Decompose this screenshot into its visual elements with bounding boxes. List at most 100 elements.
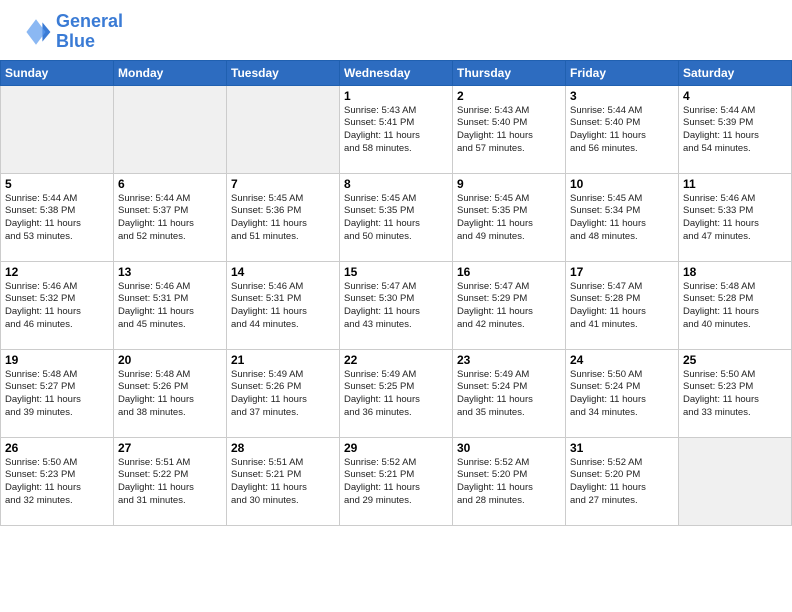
cell-info: Sunrise: 5:45 AM Sunset: 5:35 PM Dayligh…: [344, 193, 448, 244]
day-number: 5: [5, 177, 109, 191]
cell-info: Sunrise: 5:44 AM Sunset: 5:37 PM Dayligh…: [118, 193, 222, 244]
calendar-cell: [679, 437, 792, 525]
cell-info: Sunrise: 5:51 AM Sunset: 5:22 PM Dayligh…: [118, 457, 222, 508]
day-number: 30: [457, 441, 561, 455]
logo-text: General Blue: [56, 12, 123, 52]
cell-info: Sunrise: 5:46 AM Sunset: 5:31 PM Dayligh…: [118, 281, 222, 332]
calendar-cell: 23 Sunrise: 5:49 AM Sunset: 5:24 PM Dayli…: [453, 349, 566, 437]
logo: General Blue: [20, 12, 123, 52]
calendar-cell: 16 Sunrise: 5:47 AM Sunset: 5:29 PM Dayli…: [453, 261, 566, 349]
calendar-cell: 18 Sunrise: 5:48 AM Sunset: 5:28 PM Dayli…: [679, 261, 792, 349]
cell-info: Sunrise: 5:45 AM Sunset: 5:36 PM Dayligh…: [231, 193, 335, 244]
day-number: 23: [457, 353, 561, 367]
cell-info: Sunrise: 5:52 AM Sunset: 5:20 PM Dayligh…: [570, 457, 674, 508]
calendar-cell: 11 Sunrise: 5:46 AM Sunset: 5:33 PM Dayli…: [679, 173, 792, 261]
day-number: 19: [5, 353, 109, 367]
day-number: 2: [457, 89, 561, 103]
calendar-cell: 5 Sunrise: 5:44 AM Sunset: 5:38 PM Daylig…: [1, 173, 114, 261]
calendar-cell: 26Sunrise: 5:50 AM Sunset: 5:23 PM Dayli…: [1, 437, 114, 525]
weekday-header: Wednesday: [340, 60, 453, 85]
header: General Blue: [0, 0, 792, 60]
weekday-header: Monday: [114, 60, 227, 85]
calendar-cell: 29Sunrise: 5:52 AM Sunset: 5:21 PM Dayli…: [340, 437, 453, 525]
day-number: 12: [5, 265, 109, 279]
day-number: 7: [231, 177, 335, 191]
cell-info: Sunrise: 5:52 AM Sunset: 5:20 PM Dayligh…: [457, 457, 561, 508]
calendar-cell: 25Sunrise: 5:50 AM Sunset: 5:23 PM Dayli…: [679, 349, 792, 437]
weekday-header: Tuesday: [227, 60, 340, 85]
calendar-cell: 12 Sunrise: 5:46 AM Sunset: 5:32 PM Dayli…: [1, 261, 114, 349]
calendar-cell: 21 Sunrise: 5:49 AM Sunset: 5:26 PM Dayli…: [227, 349, 340, 437]
cell-info: Sunrise: 5:49 AM Sunset: 5:24 PM Dayligh…: [457, 369, 561, 420]
cell-info: Sunrise: 5:47 AM Sunset: 5:29 PM Dayligh…: [457, 281, 561, 332]
cell-info: Sunrise: 5:47 AM Sunset: 5:30 PM Dayligh…: [344, 281, 448, 332]
day-number: 4: [683, 89, 787, 103]
cell-info: Sunrise: 5:48 AM Sunset: 5:26 PM Dayligh…: [118, 369, 222, 420]
day-number: 9: [457, 177, 561, 191]
calendar-cell: 9 Sunrise: 5:45 AM Sunset: 5:35 PM Daylig…: [453, 173, 566, 261]
calendar-cell: 14Sunrise: 5:46 AM Sunset: 5:31 PM Dayli…: [227, 261, 340, 349]
logo-icon: [20, 16, 52, 48]
calendar-table: SundayMondayTuesdayWednesdayThursdayFrid…: [0, 60, 792, 526]
day-number: 6: [118, 177, 222, 191]
calendar-header-row: SundayMondayTuesdayWednesdayThursdayFrid…: [1, 60, 792, 85]
cell-info: Sunrise: 5:44 AM Sunset: 5:38 PM Dayligh…: [5, 193, 109, 244]
cell-info: Sunrise: 5:48 AM Sunset: 5:28 PM Dayligh…: [683, 281, 787, 332]
calendar-cell: 30 Sunrise: 5:52 AM Sunset: 5:20 PM Dayli…: [453, 437, 566, 525]
day-number: 22: [344, 353, 448, 367]
calendar-cell: 13 Sunrise: 5:46 AM Sunset: 5:31 PM Dayli…: [114, 261, 227, 349]
cell-info: Sunrise: 5:43 AM Sunset: 5:40 PM Dayligh…: [457, 105, 561, 156]
calendar-cell: 10Sunrise: 5:45 AM Sunset: 5:34 PM Dayli…: [566, 173, 679, 261]
calendar-week-row: 26Sunrise: 5:50 AM Sunset: 5:23 PM Dayli…: [1, 437, 792, 525]
cell-info: Sunrise: 5:44 AM Sunset: 5:40 PM Dayligh…: [570, 105, 674, 156]
page: General Blue SundayMondayTuesdayWednesda…: [0, 0, 792, 612]
calendar-cell: 27 Sunrise: 5:51 AM Sunset: 5:22 PM Dayli…: [114, 437, 227, 525]
calendar-cell: 2 Sunrise: 5:43 AM Sunset: 5:40 PM Daylig…: [453, 85, 566, 173]
cell-info: Sunrise: 5:50 AM Sunset: 5:23 PM Dayligh…: [683, 369, 787, 420]
calendar-cell: 19Sunrise: 5:48 AM Sunset: 5:27 PM Dayli…: [1, 349, 114, 437]
day-number: 8: [344, 177, 448, 191]
calendar-cell: [1, 85, 114, 173]
calendar-cell: 17 Sunrise: 5:47 AM Sunset: 5:28 PM Dayli…: [566, 261, 679, 349]
day-number: 11: [683, 177, 787, 191]
day-number: 15: [344, 265, 448, 279]
cell-info: Sunrise: 5:52 AM Sunset: 5:21 PM Dayligh…: [344, 457, 448, 508]
calendar-cell: [114, 85, 227, 173]
cell-info: Sunrise: 5:47 AM Sunset: 5:28 PM Dayligh…: [570, 281, 674, 332]
weekday-header: Friday: [566, 60, 679, 85]
cell-info: Sunrise: 5:49 AM Sunset: 5:26 PM Dayligh…: [231, 369, 335, 420]
cell-info: Sunrise: 5:49 AM Sunset: 5:25 PM Dayligh…: [344, 369, 448, 420]
day-number: 27: [118, 441, 222, 455]
day-number: 1: [344, 89, 448, 103]
calendar-week-row: 12 Sunrise: 5:46 AM Sunset: 5:32 PM Dayli…: [1, 261, 792, 349]
day-number: 13: [118, 265, 222, 279]
cell-info: Sunrise: 5:50 AM Sunset: 5:23 PM Dayligh…: [5, 457, 109, 508]
calendar-cell: 20 Sunrise: 5:48 AM Sunset: 5:26 PM Dayli…: [114, 349, 227, 437]
cell-info: Sunrise: 5:46 AM Sunset: 5:33 PM Dayligh…: [683, 193, 787, 244]
calendar-cell: 31 Sunrise: 5:52 AM Sunset: 5:20 PM Dayli…: [566, 437, 679, 525]
day-number: 14: [231, 265, 335, 279]
cell-info: Sunrise: 5:45 AM Sunset: 5:35 PM Dayligh…: [457, 193, 561, 244]
calendar-cell: 3Sunrise: 5:44 AM Sunset: 5:40 PM Daylig…: [566, 85, 679, 173]
cell-info: Sunrise: 5:45 AM Sunset: 5:34 PM Dayligh…: [570, 193, 674, 244]
day-number: 16: [457, 265, 561, 279]
calendar-cell: 28Sunrise: 5:51 AM Sunset: 5:21 PM Dayli…: [227, 437, 340, 525]
calendar-cell: 22 Sunrise: 5:49 AM Sunset: 5:25 PM Dayli…: [340, 349, 453, 437]
weekday-header: Saturday: [679, 60, 792, 85]
cell-info: Sunrise: 5:46 AM Sunset: 5:32 PM Dayligh…: [5, 281, 109, 332]
calendar-cell: 7 Sunrise: 5:45 AM Sunset: 5:36 PM Daylig…: [227, 173, 340, 261]
cell-info: Sunrise: 5:50 AM Sunset: 5:24 PM Dayligh…: [570, 369, 674, 420]
calendar-week-row: 19Sunrise: 5:48 AM Sunset: 5:27 PM Dayli…: [1, 349, 792, 437]
day-number: 31: [570, 441, 674, 455]
calendar-cell: 6 Sunrise: 5:44 AM Sunset: 5:37 PM Daylig…: [114, 173, 227, 261]
weekday-header: Thursday: [453, 60, 566, 85]
day-number: 20: [118, 353, 222, 367]
calendar-cell: 8 Sunrise: 5:45 AM Sunset: 5:35 PM Daylig…: [340, 173, 453, 261]
cell-info: Sunrise: 5:44 AM Sunset: 5:39 PM Dayligh…: [683, 105, 787, 156]
weekday-header: Sunday: [1, 60, 114, 85]
day-number: 18: [683, 265, 787, 279]
day-number: 21: [231, 353, 335, 367]
calendar-cell: 1Sunrise: 5:43 AM Sunset: 5:41 PM Daylig…: [340, 85, 453, 173]
day-number: 17: [570, 265, 674, 279]
day-number: 28: [231, 441, 335, 455]
